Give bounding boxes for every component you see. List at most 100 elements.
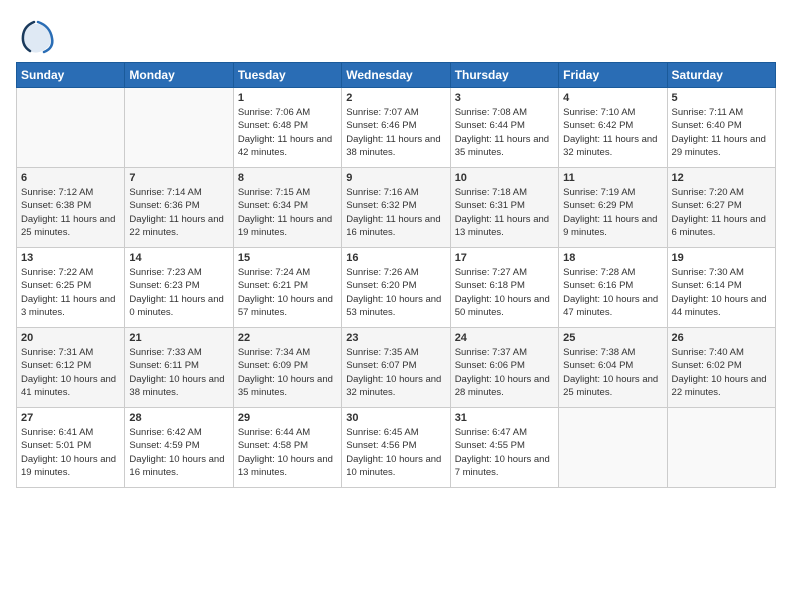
- day-number: 21: [129, 332, 228, 344]
- calendar-cell: 4 Sunrise: 7:10 AMSunset: 6:42 PMDaylight…: [559, 88, 667, 168]
- day-number: 30: [346, 412, 445, 424]
- day-number: 27: [21, 412, 120, 424]
- day-number: 6: [21, 172, 120, 184]
- calendar-cell: 1 Sunrise: 7:06 AMSunset: 6:48 PMDaylight…: [233, 88, 341, 168]
- calendar-cell: 16Sunrise: 7:26 AMSunset: 6:20 PMDayligh…: [342, 248, 450, 328]
- day-info: Sunrise: 7:28 AMSunset: 6:16 PMDaylight:…: [563, 266, 662, 319]
- day-number: 14: [129, 252, 228, 264]
- day-number: 25: [563, 332, 662, 344]
- day-number: 28: [129, 412, 228, 424]
- day-number: 15: [238, 252, 337, 264]
- calendar-cell: 3 Sunrise: 7:08 AMSunset: 6:44 PMDaylight…: [450, 88, 558, 168]
- calendar-cell: 13 Sunrise: 7:22 AMSunset: 6:25 PMDayligh…: [17, 248, 125, 328]
- day-info: Sunrise: 7:24 AMSunset: 6:21 PMDaylight:…: [238, 266, 337, 319]
- calendar-cell: 19Sunrise: 7:30 AMSunset: 6:14 PMDayligh…: [667, 248, 775, 328]
- day-number: 2: [346, 92, 445, 104]
- calendar-cell: 31Sunrise: 6:47 AMSunset: 4:55 PMDayligh…: [450, 408, 558, 488]
- calendar-week-row: 1 Sunrise: 7:06 AMSunset: 6:48 PMDaylight…: [17, 88, 776, 168]
- day-number: 1: [238, 92, 337, 104]
- day-number: 20: [21, 332, 120, 344]
- calendar-cell: 9 Sunrise: 7:16 AMSunset: 6:32 PMDaylight…: [342, 168, 450, 248]
- day-info: Sunrise: 7:08 AMSunset: 6:44 PMDaylight:…: [455, 106, 554, 159]
- day-info: Sunrise: 7:15 AMSunset: 6:34 PMDaylight:…: [238, 186, 337, 239]
- calendar-cell: 2 Sunrise: 7:07 AMSunset: 6:46 PMDaylight…: [342, 88, 450, 168]
- day-number: 17: [455, 252, 554, 264]
- logo: [16, 16, 56, 52]
- calendar-cell: 22 Sunrise: 7:34 AMSunset: 6:09 PMDayligh…: [233, 328, 341, 408]
- calendar-cell: 26 Sunrise: 7:40 AMSunset: 6:02 PMDayligh…: [667, 328, 775, 408]
- calendar-cell: 18 Sunrise: 7:28 AMSunset: 6:16 PMDayligh…: [559, 248, 667, 328]
- day-info: Sunrise: 6:44 AMSunset: 4:58 PMDaylight:…: [238, 426, 337, 479]
- calendar-cell: 7Sunrise: 7:14 AMSunset: 6:36 PMDaylight…: [125, 168, 233, 248]
- day-info: Sunrise: 7:06 AMSunset: 6:48 PMDaylight:…: [238, 106, 337, 159]
- column-header-saturday: Saturday: [667, 63, 775, 88]
- day-info: Sunrise: 7:34 AMSunset: 6:09 PMDaylight:…: [238, 346, 337, 399]
- column-header-thursday: Thursday: [450, 63, 558, 88]
- day-info: Sunrise: 7:38 AMSunset: 6:04 PMDaylight:…: [563, 346, 662, 399]
- calendar-week-row: 20 Sunrise: 7:31 AMSunset: 6:12 PMDayligh…: [17, 328, 776, 408]
- day-info: Sunrise: 7:27 AMSunset: 6:18 PMDaylight:…: [455, 266, 554, 319]
- calendar-cell: 11 Sunrise: 7:19 AMSunset: 6:29 PMDayligh…: [559, 168, 667, 248]
- calendar-cell: 12 Sunrise: 7:20 AMSunset: 6:27 PMDayligh…: [667, 168, 775, 248]
- day-info: Sunrise: 7:12 AMSunset: 6:38 PMDaylight:…: [21, 186, 120, 239]
- day-number: 5: [672, 92, 771, 104]
- day-info: Sunrise: 7:40 AMSunset: 6:02 PMDaylight:…: [672, 346, 771, 399]
- day-info: Sunrise: 7:23 AMSunset: 6:23 PMDaylight:…: [129, 266, 228, 319]
- calendar-header-row: SundayMondayTuesdayWednesdayThursdayFrid…: [17, 63, 776, 88]
- calendar-cell: 27 Sunrise: 6:41 AMSunset: 5:01 PMDayligh…: [17, 408, 125, 488]
- day-number: 22: [238, 332, 337, 344]
- day-number: 26: [672, 332, 771, 344]
- calendar-week-row: 6 Sunrise: 7:12 AMSunset: 6:38 PMDaylight…: [17, 168, 776, 248]
- calendar-cell: 10 Sunrise: 7:18 AMSunset: 6:31 PMDayligh…: [450, 168, 558, 248]
- day-number: 9: [346, 172, 445, 184]
- calendar-cell: 29 Sunrise: 6:44 AMSunset: 4:58 PMDayligh…: [233, 408, 341, 488]
- calendar-cell: 24Sunrise: 7:37 AMSunset: 6:06 PMDayligh…: [450, 328, 558, 408]
- column-header-sunday: Sunday: [17, 63, 125, 88]
- calendar-cell: [559, 408, 667, 488]
- calendar-cell: [667, 408, 775, 488]
- page-header: [16, 16, 776, 52]
- day-info: Sunrise: 7:33 AMSunset: 6:11 PMDaylight:…: [129, 346, 228, 399]
- day-number: 18: [563, 252, 662, 264]
- day-info: Sunrise: 7:11 AMSunset: 6:40 PMDaylight:…: [672, 106, 771, 159]
- day-info: Sunrise: 7:31 AMSunset: 6:12 PMDaylight:…: [21, 346, 120, 399]
- day-number: 10: [455, 172, 554, 184]
- day-number: 31: [455, 412, 554, 424]
- logo-icon: [16, 16, 52, 52]
- column-header-friday: Friday: [559, 63, 667, 88]
- day-info: Sunrise: 7:19 AMSunset: 6:29 PMDaylight:…: [563, 186, 662, 239]
- day-info: Sunrise: 7:22 AMSunset: 6:25 PMDaylight:…: [21, 266, 120, 319]
- calendar-week-row: 13 Sunrise: 7:22 AMSunset: 6:25 PMDayligh…: [17, 248, 776, 328]
- day-info: Sunrise: 6:45 AMSunset: 4:56 PMDaylight:…: [346, 426, 445, 479]
- day-info: Sunrise: 7:37 AMSunset: 6:06 PMDaylight:…: [455, 346, 554, 399]
- calendar-cell: 15 Sunrise: 7:24 AMSunset: 6:21 PMDayligh…: [233, 248, 341, 328]
- day-info: Sunrise: 7:16 AMSunset: 6:32 PMDaylight:…: [346, 186, 445, 239]
- day-info: Sunrise: 7:07 AMSunset: 6:46 PMDaylight:…: [346, 106, 445, 159]
- calendar-cell: 14 Sunrise: 7:23 AMSunset: 6:23 PMDayligh…: [125, 248, 233, 328]
- calendar-cell: 8 Sunrise: 7:15 AMSunset: 6:34 PMDaylight…: [233, 168, 341, 248]
- day-number: 7: [129, 172, 228, 184]
- day-number: 3: [455, 92, 554, 104]
- calendar-cell: 5 Sunrise: 7:11 AMSunset: 6:40 PMDaylight…: [667, 88, 775, 168]
- day-number: 11: [563, 172, 662, 184]
- column-header-wednesday: Wednesday: [342, 63, 450, 88]
- day-number: 8: [238, 172, 337, 184]
- day-info: Sunrise: 7:18 AMSunset: 6:31 PMDaylight:…: [455, 186, 554, 239]
- day-number: 4: [563, 92, 662, 104]
- day-info: Sunrise: 7:30 AMSunset: 6:14 PMDaylight:…: [672, 266, 771, 319]
- calendar-cell: 20 Sunrise: 7:31 AMSunset: 6:12 PMDayligh…: [17, 328, 125, 408]
- day-number: 12: [672, 172, 771, 184]
- day-info: Sunrise: 7:10 AMSunset: 6:42 PMDaylight:…: [563, 106, 662, 159]
- calendar-cell: [17, 88, 125, 168]
- calendar-cell: [125, 88, 233, 168]
- calendar-cell: 23Sunrise: 7:35 AMSunset: 6:07 PMDayligh…: [342, 328, 450, 408]
- day-number: 13: [21, 252, 120, 264]
- column-header-tuesday: Tuesday: [233, 63, 341, 88]
- calendar-cell: 21 Sunrise: 7:33 AMSunset: 6:11 PMDayligh…: [125, 328, 233, 408]
- day-info: Sunrise: 7:35 AMSunset: 6:07 PMDaylight:…: [346, 346, 445, 399]
- day-number: 29: [238, 412, 337, 424]
- day-info: Sunrise: 7:20 AMSunset: 6:27 PMDaylight:…: [672, 186, 771, 239]
- day-info: Sunrise: 6:41 AMSunset: 5:01 PMDaylight:…: [21, 426, 120, 479]
- day-info: Sunrise: 6:42 AMSunset: 4:59 PMDaylight:…: [129, 426, 228, 479]
- day-number: 16: [346, 252, 445, 264]
